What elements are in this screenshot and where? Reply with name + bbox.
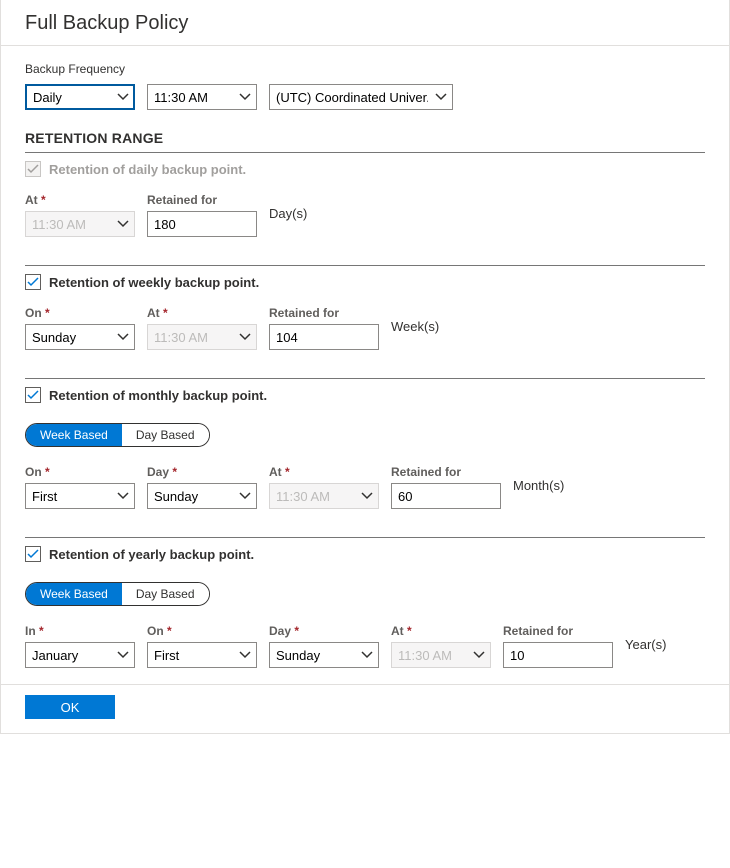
monthly-day-based-pill[interactable]: Day Based [122,424,209,446]
monthly-retention-label: Retention of monthly backup point. [49,388,267,403]
monthly-retention-checkbox[interactable] [25,387,41,403]
weekly-retained-label: Retained for [269,306,379,320]
weekly-unit-label: Week(s) [391,319,439,338]
monthly-on-select[interactable]: First [25,483,135,509]
yearly-unit-label: Year(s) [625,637,666,656]
divider [25,152,705,153]
check-icon [27,389,39,401]
weekly-on-label: On * [25,306,135,320]
yearly-in-label: In * [25,624,135,638]
daily-retention-checkbox [25,161,41,177]
backup-frequency-time-select[interactable]: 11:30 AM [147,84,257,110]
weekly-at-label: At * [147,306,257,320]
divider [25,537,705,538]
daily-retention-label: Retention of daily backup point. [49,162,246,177]
divider [25,265,705,266]
yearly-retention-label: Retention of yearly backup point. [49,547,254,562]
page-title: Full Backup Policy [25,12,705,35]
monthly-week-based-pill[interactable]: Week Based [26,424,122,446]
ok-button[interactable]: OK [25,695,115,719]
monthly-day-select[interactable]: Sunday [147,483,257,509]
yearly-at-label: At * [391,624,491,638]
weekly-on-select[interactable]: Sunday [25,324,135,350]
weekly-retention-checkbox[interactable] [25,274,41,290]
yearly-day-based-pill[interactable]: Day Based [122,583,209,605]
yearly-week-based-pill[interactable]: Week Based [26,583,122,605]
daily-at-select: 11:30 AM [25,211,135,237]
yearly-at-select: 11:30 AM [391,642,491,668]
monthly-basis-toggle[interactable]: Week Based Day Based [25,423,210,447]
weekly-retained-input[interactable] [269,324,379,350]
check-icon [27,276,39,288]
daily-at-label: At * [25,193,135,207]
monthly-at-select: 11:30 AM [269,483,379,509]
yearly-retention-checkbox[interactable] [25,546,41,562]
weekly-retention-label: Retention of weekly backup point. [49,275,259,290]
weekly-at-select: 11:30 AM [147,324,257,350]
yearly-in-select[interactable]: January [25,642,135,668]
daily-unit-label: Day(s) [269,206,307,225]
daily-retained-label: Retained for [147,193,257,207]
yearly-retained-label: Retained for [503,624,613,638]
backup-frequency-label: Backup Frequency [25,62,705,76]
backup-frequency-mode-select[interactable]: Daily [25,84,135,110]
monthly-retained-input[interactable] [391,483,501,509]
yearly-retained-input[interactable] [503,642,613,668]
backup-frequency-tz-select[interactable]: (UTC) Coordinated Univer... [269,84,453,110]
yearly-day-select[interactable]: Sunday [269,642,379,668]
daily-retained-input[interactable] [147,211,257,237]
yearly-basis-toggle[interactable]: Week Based Day Based [25,582,210,606]
monthly-retained-label: Retained for [391,465,501,479]
yearly-day-label: Day * [269,624,379,638]
monthly-unit-label: Month(s) [513,478,564,497]
monthly-at-label: At * [269,465,379,479]
yearly-on-label: On * [147,624,257,638]
monthly-on-label: On * [25,465,135,479]
check-icon [27,548,39,560]
yearly-on-select[interactable]: First [147,642,257,668]
retention-range-header: RETENTION RANGE [25,130,705,146]
divider [25,378,705,379]
check-icon [27,163,39,175]
monthly-day-label: Day * [147,465,257,479]
